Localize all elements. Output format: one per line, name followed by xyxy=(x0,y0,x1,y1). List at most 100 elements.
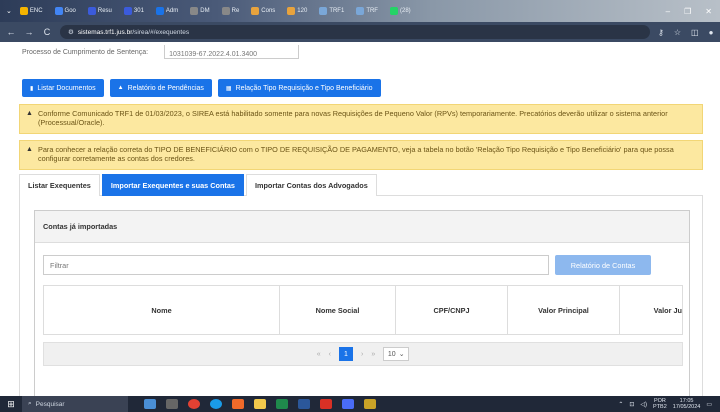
profile-avatar-icon[interactable]: ● xyxy=(709,28,714,37)
pending-report-button[interactable]: ▲ Relatório de Pendências xyxy=(109,79,212,97)
last-page-button[interactable]: » xyxy=(371,351,375,358)
site-info-icon[interactable]: ⚙ xyxy=(68,28,74,36)
page-number-button[interactable]: 1 xyxy=(339,347,353,361)
filter-row: Filtrar Relatório de Contas xyxy=(43,255,651,275)
browser-tab-label: 301 xyxy=(133,8,144,14)
column-header-nome[interactable]: Nome xyxy=(44,286,280,334)
tab-favicon-icon xyxy=(319,7,328,15)
alert-rpv-notice: ▲ Conforme Comunicado TRF1 de 01/03/2023… xyxy=(19,104,703,134)
tab-listar-exequentes[interactable]: Listar Exequentes xyxy=(19,174,100,196)
maximize-icon[interactable]: ❐ xyxy=(684,7,691,16)
back-button[interactable]: ← xyxy=(6,27,16,37)
action-buttons: ▮ Listar Documentos ▲ Relatório de Pendê… xyxy=(22,79,381,97)
column-header-valor-juros[interactable]: Valor Ju xyxy=(620,286,682,334)
prev-page-button[interactable]: ‹ xyxy=(329,351,331,358)
browser-tab-bar: ⌄ ENC Goo Resu 301 Adm DM Re Cons 120 TRF1 TRF (28)… xyxy=(0,0,720,22)
tab-favicon-icon xyxy=(221,7,230,15)
widgets-icon[interactable] xyxy=(144,399,156,409)
window-controls: – ❐ ✕ xyxy=(666,7,720,16)
forward-button[interactable]: → xyxy=(24,27,34,37)
tab-importar-exequentes[interactable]: Importar Exequentes e suas Contas xyxy=(101,174,244,196)
document-icon: ▮ xyxy=(30,85,34,92)
reload-button[interactable]: C xyxy=(42,27,52,37)
file-explorer-icon[interactable] xyxy=(254,399,266,409)
word-icon[interactable] xyxy=(298,399,310,409)
chevron-down-icon: ⌄ xyxy=(398,351,405,358)
browser-tab[interactable]: Cons xyxy=(247,4,279,18)
card-title: Contas já importadas xyxy=(35,211,689,243)
tab-favicon-icon xyxy=(287,7,296,15)
column-header-cpf-cnpj[interactable]: CPF/CNPJ xyxy=(396,286,508,334)
browser-tab[interactable]: (28) xyxy=(386,4,415,18)
browser-tab[interactable]: 301 xyxy=(120,4,148,18)
browser-tab-label: Cons xyxy=(261,8,276,14)
process-info-row: Processo de Cumprimento de Sentença: 103… xyxy=(22,42,582,62)
tab-favicon-icon xyxy=(87,7,96,15)
imported-accounts-card: Contas já importadas Filtrar Relatório d… xyxy=(34,210,690,405)
browser-tab[interactable]: Re xyxy=(218,4,244,18)
paint-icon[interactable] xyxy=(342,399,354,409)
key-icon[interactable]: ⚷ xyxy=(658,28,664,37)
section-tabs: Listar Exequentes Importar Exequentes e … xyxy=(19,174,703,196)
page-size-select[interactable]: 10 ⌄ xyxy=(383,347,410,361)
taskbar-search[interactable]: ⌕ Pesquisar xyxy=(22,396,128,412)
os-taskbar: ⊞ ⌕ Pesquisar ⌃ ⊡ ◁) POR PTB2 17:05 17/0… xyxy=(0,396,720,412)
extensions-icon[interactable]: ◫ xyxy=(691,28,699,37)
minimize-icon[interactable]: – xyxy=(666,7,670,16)
language-indicator[interactable]: POR PTB2 xyxy=(653,398,667,410)
column-header-valor-principal[interactable]: Valor Principal xyxy=(508,286,620,334)
tab-favicon-icon xyxy=(251,7,260,15)
next-page-button[interactable]: › xyxy=(361,351,363,358)
requisition-relation-button[interactable]: ▦ Relação Tipo Requisição e Tipo Benefic… xyxy=(217,79,381,97)
windows-start-icon[interactable]: ⊞ xyxy=(0,396,22,412)
alert-beneficiary-notice: ▲ Para conhecer a relação correta do TIP… xyxy=(19,140,703,170)
tab-search-icon[interactable]: ⌄ xyxy=(6,7,12,15)
column-header-nome-social[interactable]: Nome Social xyxy=(280,286,396,334)
chevron-up-icon[interactable]: ⌃ xyxy=(618,401,623,408)
url-host: sistemas.trf1.jus.br xyxy=(77,28,133,36)
excel-icon[interactable] xyxy=(276,399,288,409)
tab-favicon-icon xyxy=(356,7,365,15)
browser-tab[interactable]: ENC xyxy=(16,4,47,18)
search-icon: ⌕ xyxy=(28,400,32,407)
tab-importar-contas-advogados[interactable]: Importar Contas dos Advogados xyxy=(245,174,377,196)
table-icon: ▦ xyxy=(225,85,232,92)
browser-tab-label: Resu xyxy=(97,8,112,14)
clock[interactable]: 17:05 17/05/2024 xyxy=(673,398,701,410)
accounts-table: Nome Nome Social CPF/CNPJ Valor Principa… xyxy=(43,285,683,335)
network-icon[interactable]: ⊡ xyxy=(629,401,634,408)
volume-icon[interactable]: ◁) xyxy=(640,401,647,408)
browser-tab[interactable]: TRF xyxy=(352,4,382,18)
browser-tab[interactable]: Resu xyxy=(84,4,116,18)
bookmark-star-icon[interactable]: ☆ xyxy=(674,28,681,37)
url-path: /sirea/#/exequentes xyxy=(132,28,190,36)
browser-tab[interactable]: 120 xyxy=(283,4,311,18)
firefox-icon[interactable] xyxy=(232,399,244,409)
tab-favicon-icon xyxy=(19,7,28,15)
tab-favicon-icon xyxy=(54,7,63,15)
browser-tab-label: Goo xyxy=(64,8,76,14)
browser-tab[interactable]: DM xyxy=(186,4,213,18)
process-number-field[interactable]: 1031039-67.2022.4.01.3400 xyxy=(164,45,300,59)
filter-input[interactable]: Filtrar xyxy=(43,255,549,275)
edge-icon[interactable] xyxy=(210,399,222,409)
tab-favicon-icon xyxy=(123,7,132,15)
first-page-button[interactable]: « xyxy=(317,351,321,358)
browser-tab[interactable]: Goo xyxy=(51,4,80,18)
browser-tab[interactable]: Adm xyxy=(152,4,182,18)
chrome-icon[interactable] xyxy=(188,399,200,409)
app-icon[interactable] xyxy=(364,399,376,409)
page-content: Processo de Cumprimento de Sentença: 103… xyxy=(0,42,720,412)
tab-favicon-icon xyxy=(155,7,164,15)
notifications-icon[interactable]: ▭ xyxy=(706,401,712,408)
pdf-reader-icon[interactable] xyxy=(320,399,332,409)
system-tray: ⌃ ⊡ ◁) POR PTB2 17:05 17/05/2024 ▭ xyxy=(618,398,720,410)
address-bar[interactable]: ⚙ sistemas.trf1.jus.br/sirea/#/exequente… xyxy=(60,25,650,39)
taskbar-apps xyxy=(144,399,376,409)
browser-tab-label: TRF xyxy=(366,8,378,14)
accounts-report-button[interactable]: Relatório de Contas xyxy=(555,255,651,275)
close-icon[interactable]: ✕ xyxy=(705,7,712,16)
browser-tab[interactable]: TRF1 xyxy=(315,4,348,18)
list-documents-button[interactable]: ▮ Listar Documentos xyxy=(22,79,104,97)
task-view-icon[interactable] xyxy=(166,399,178,409)
